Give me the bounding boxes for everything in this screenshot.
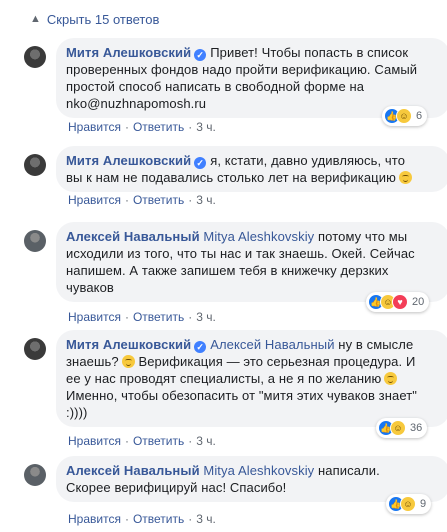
comment-text-line: исходили из того, что ты нас и так знаеш… <box>66 246 415 261</box>
comment-text-line: простой способ написать в свободной форм… <box>66 79 365 94</box>
comment-text-line: nko@nuzhnapomosh.ru <box>66 96 207 111</box>
comment-text-line: проверенных фондов надо пройти верификац… <box>66 62 418 77</box>
comment-bubble: Алексей Навальный Mitya Aleshkovskiy пот… <box>56 222 447 302</box>
comment-author[interactable]: Митя Алешковский <box>66 337 191 352</box>
reactions-summary[interactable]: 👍 ☺ 36 <box>376 418 428 438</box>
reply-link[interactable]: Ответить <box>133 193 184 207</box>
comment-actions: Нравится · Ответить · 3 ч. <box>68 434 216 448</box>
comment-author[interactable]: Митя Алешковский <box>66 153 191 168</box>
comment-text-line: вы к нам не подавались столько лет на ве… <box>66 170 396 185</box>
reactions-summary[interactable]: 👍 ☺ 9 <box>386 494 432 514</box>
comment-text-line: я, кстати, давно удивляюсь, что <box>210 153 406 168</box>
verified-badge-icon: ✓ <box>194 157 207 169</box>
reactions-summary[interactable]: 👍 ☺ ♥ 20 <box>366 292 430 312</box>
like-link[interactable]: Нравится <box>68 193 121 207</box>
comment-text-line: ну в смысле <box>338 337 414 352</box>
comment-text-line: Именно, чтобы обезопасить от "митя этих … <box>66 388 418 403</box>
comment-author[interactable]: Митя Алешковский <box>66 45 191 60</box>
reply-link[interactable]: Ответить <box>133 120 184 134</box>
comment-text-line: чуваков <box>66 280 114 295</box>
reactions-summary[interactable]: 👍 ☺ 6 <box>382 106 428 126</box>
hide-replies-label: Скрыть 15 ответов <box>46 11 160 27</box>
comment-text-line: написали. <box>318 463 380 478</box>
comment-text-line: :)))) <box>66 405 88 420</box>
haha-icon: ☺ <box>390 420 406 436</box>
comment-text-line: Привет! Чтобы попасть в список <box>210 45 409 60</box>
timestamp[interactable]: 3 ч. <box>196 434 216 448</box>
haha-icon: ☺ <box>400 496 416 512</box>
verified-badge-icon: ✓ <box>194 341 207 353</box>
reply-link[interactable]: Ответить <box>133 310 184 324</box>
comment-text-line: напишем. А также запишем тебя в книжечку… <box>66 263 389 278</box>
comment-text-line: Верификация — это серьезная процедура. И <box>138 354 416 369</box>
timestamp[interactable]: 3 ч. <box>196 193 216 207</box>
comment-bubble: Митя Алешковский ✓ я, кстати, давно удивля… <box>56 146 447 192</box>
like-link[interactable]: Нравится <box>68 512 121 526</box>
verified-badge-icon: ✓ <box>194 49 207 61</box>
comment-actions: Нравится · Ответить · 3 ч. <box>68 512 216 526</box>
hide-replies-link[interactable]: ▲ Скрыть 15 ответов <box>30 10 159 28</box>
avatar[interactable] <box>24 338 46 360</box>
timestamp[interactable]: 3 ч. <box>196 512 216 526</box>
comment-actions: Нравится · Ответить · 3 ч. <box>68 120 216 134</box>
smile-emoji-icon <box>384 372 398 385</box>
comment-bubble: Алексей Навальный Mitya Aleshkovskiy нап… <box>56 456 447 502</box>
reaction-count: 6 <box>416 110 423 122</box>
love-icon: ♥ <box>392 294 408 310</box>
comment-actions: Нравится · Ответить · 3 ч. <box>68 310 216 324</box>
reply-link[interactable]: Ответить <box>133 512 184 526</box>
comment-bubble: Митя Алешковский ✓ Алексей Навальный ну в … <box>56 330 447 427</box>
comment-author[interactable]: Алексей Навальный <box>66 463 200 478</box>
timestamp[interactable]: 3 ч. <box>196 120 216 134</box>
comment-actions: Нравится · Ответить · 3 ч. <box>68 193 216 207</box>
like-link[interactable]: Нравится <box>68 310 121 324</box>
reaction-count: 20 <box>412 296 425 308</box>
comment-text-line: Скорее верифицируй нас! Спасибо! <box>66 480 287 495</box>
confused-emoji-icon <box>398 171 412 184</box>
reaction-count: 36 <box>410 422 423 434</box>
mention-link[interactable]: Mitya Aleshkovskiy <box>203 229 314 244</box>
avatar[interactable] <box>24 230 46 252</box>
comment-text-line: знаешь? <box>66 354 119 369</box>
haha-icon: ☺ <box>396 108 412 124</box>
avatar[interactable] <box>24 464 46 486</box>
avatar[interactable] <box>24 154 46 176</box>
like-link[interactable]: Нравится <box>68 434 121 448</box>
avatar[interactable] <box>24 46 46 68</box>
comment-text-line: ее у нас проводят специалисты, а не я по… <box>66 371 382 386</box>
comment-text-line: потому что мы <box>318 229 408 244</box>
reply-link[interactable]: Ответить <box>133 434 184 448</box>
timestamp[interactable]: 3 ч. <box>196 310 216 324</box>
like-link[interactable]: Нравится <box>68 120 121 134</box>
mention-link[interactable]: Mitya Aleshkovskiy <box>203 463 314 478</box>
caret-up-icon: ▲ <box>30 13 41 25</box>
confused-emoji-icon <box>121 355 135 368</box>
mention-link[interactable]: Алексей Навальный <box>210 337 334 352</box>
reaction-count: 9 <box>420 498 427 510</box>
comment-author[interactable]: Алексей Навальный <box>66 229 200 244</box>
